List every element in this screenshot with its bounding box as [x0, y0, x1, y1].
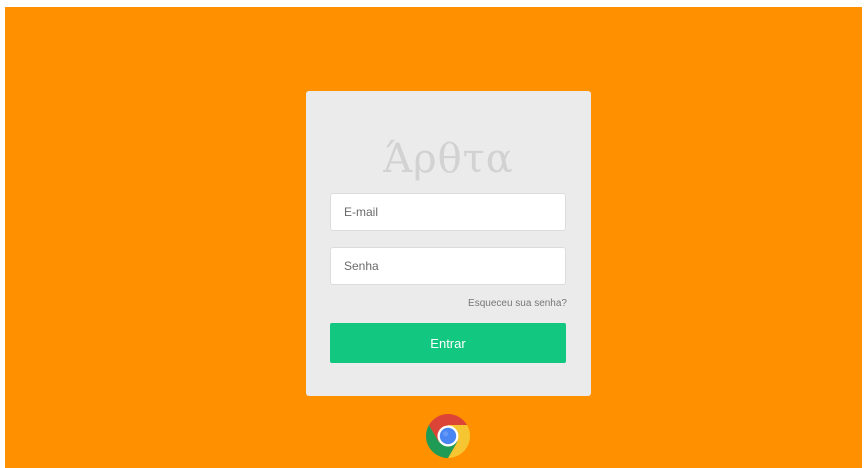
login-card: Άρθτα Esqueceu sua senha? Entrar — [306, 91, 591, 396]
login-button[interactable]: Entrar — [330, 323, 566, 363]
email-field[interactable] — [330, 193, 566, 231]
brand-logo: Άρθτα — [383, 136, 514, 182]
password-field[interactable] — [330, 247, 566, 285]
forgot-password-link[interactable]: Esqueceu sua senha? — [468, 298, 567, 309]
chrome-icon — [426, 414, 470, 458]
